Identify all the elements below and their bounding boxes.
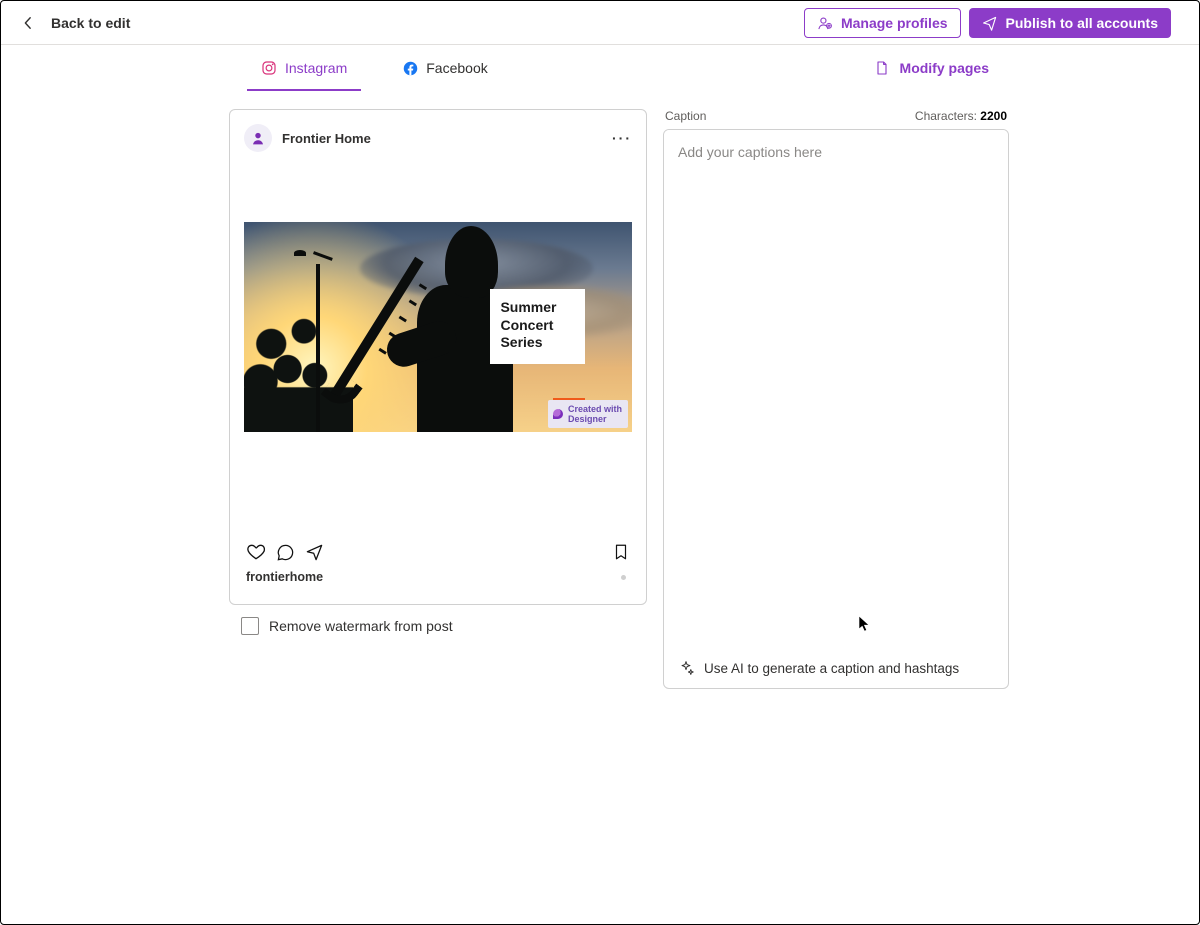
ai-generate-label: Use AI to generate a caption and hashtag… xyxy=(704,661,959,676)
heart-icon xyxy=(246,542,266,562)
post-preview-card: Frontier Home ··· xyxy=(229,109,647,605)
ai-generate-caption-button[interactable]: Use AI to generate a caption and hashtag… xyxy=(664,647,1008,688)
facebook-icon xyxy=(403,61,418,76)
send-icon xyxy=(982,15,998,31)
back-label: Back to edit xyxy=(51,15,130,31)
counter-label: Characters: xyxy=(915,109,977,123)
tab-instagram-label: Instagram xyxy=(285,60,347,76)
carousel-dot-icon xyxy=(621,575,626,580)
designer-watermark-badge: Created with Designer xyxy=(548,400,628,428)
instagram-icon xyxy=(261,60,277,76)
bookmark-icon xyxy=(612,543,630,561)
comment-icon xyxy=(276,543,295,562)
share-icon xyxy=(305,543,324,562)
account-handle: frontierhome xyxy=(246,570,323,584)
post-title-line: Concert xyxy=(500,317,575,335)
remove-watermark-label: Remove watermark from post xyxy=(269,618,453,634)
post-title-line: Series xyxy=(500,334,575,352)
publish-all-button[interactable]: Publish to all accounts xyxy=(969,8,1171,38)
caption-label: Caption xyxy=(665,109,706,123)
page-icon xyxy=(874,60,890,76)
avatar xyxy=(244,124,272,152)
profiles-icon xyxy=(817,15,833,31)
post-title-line: Summer xyxy=(500,299,575,317)
counter-value: 2200 xyxy=(980,109,1007,123)
publish-all-label: Publish to all accounts xyxy=(1006,15,1158,31)
character-counter: Characters: 2200 xyxy=(915,109,1007,123)
back-to-edit-button[interactable]: Back to edit xyxy=(21,15,130,31)
chevron-left-icon xyxy=(21,16,35,30)
modify-pages-label: Modify pages xyxy=(900,60,989,76)
modify-pages-button[interactable]: Modify pages xyxy=(874,45,989,91)
caption-input[interactable] xyxy=(664,130,1008,647)
manage-profiles-button[interactable]: Manage profiles xyxy=(804,8,961,38)
tab-facebook-label: Facebook xyxy=(426,60,487,76)
sparkle-icon xyxy=(678,660,694,676)
post-title-card: Summer Concert Series xyxy=(490,289,585,364)
profile-name: Frontier Home xyxy=(282,131,371,146)
post-image: Summer Concert Series Created with Desig… xyxy=(244,222,632,432)
tab-facebook[interactable]: Facebook xyxy=(403,45,487,91)
remove-watermark-checkbox[interactable]: Remove watermark from post xyxy=(241,617,647,635)
tab-instagram[interactable]: Instagram xyxy=(261,45,347,91)
badge-line: Created with xyxy=(568,404,622,414)
badge-line: Designer xyxy=(568,414,607,424)
checkbox-icon xyxy=(241,617,259,635)
manage-profiles-label: Manage profiles xyxy=(841,15,948,31)
